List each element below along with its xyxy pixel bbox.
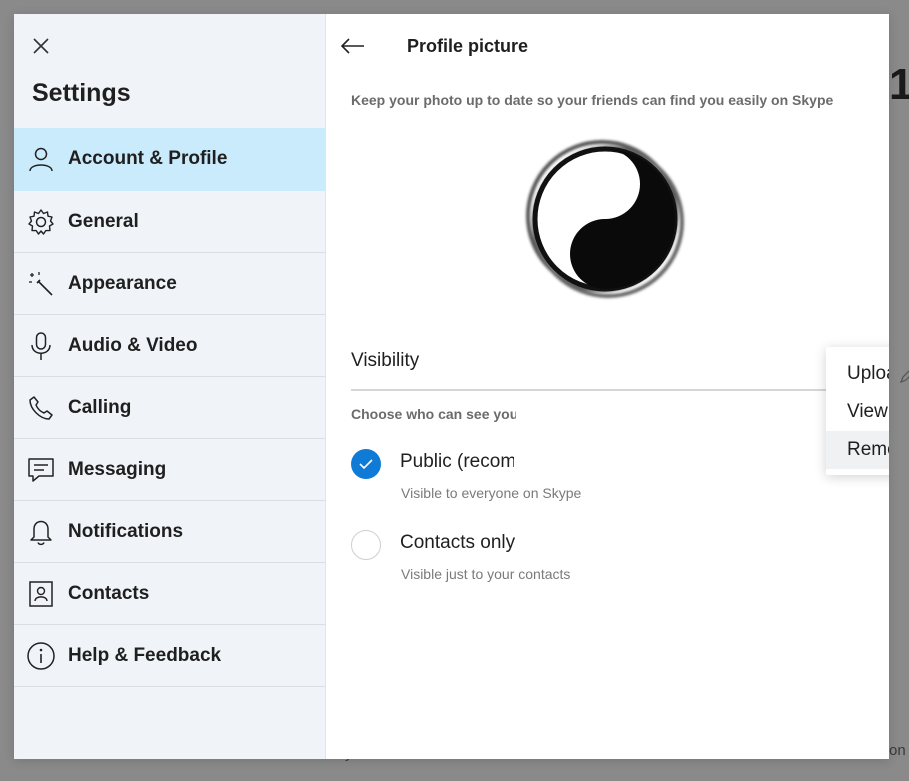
phone-icon (14, 395, 68, 421)
contact-card-icon (14, 580, 68, 608)
background-text-fragment: on (889, 742, 906, 759)
sidebar-item-label: Notifications (68, 520, 184, 542)
radio-description: Visible to everyone on Skype (401, 485, 582, 501)
page-subtitle: Keep your photo up to date so your frien… (351, 92, 834, 108)
back-arrow-icon (340, 38, 364, 54)
divider (351, 389, 864, 391)
info-icon (14, 641, 68, 671)
back-button[interactable] (340, 34, 368, 58)
menu-item-view-photo[interactable]: View photo (826, 393, 889, 431)
close-button[interactable] (29, 34, 53, 58)
profile-picture-panel: Profile picture Keep your photo up to da… (326, 14, 889, 759)
radio-label[interactable]: Public (recommended) (400, 451, 514, 473)
microphone-icon (14, 331, 68, 361)
radio-description: Visible just to your contacts (401, 566, 571, 582)
yin-yang-icon (526, 140, 684, 298)
bell-icon (14, 518, 68, 546)
menu-item-remove-photo[interactable]: Remove photo (826, 431, 889, 469)
settings-dialog: Settings Account & Profile General Appea… (14, 14, 889, 759)
settings-sidebar: Settings Account & Profile General Appea… (14, 14, 326, 759)
sidebar-item-messaging[interactable]: Messaging (14, 439, 325, 501)
sidebar-item-general[interactable]: General (14, 191, 325, 253)
settings-nav: Account & Profile General Appearance Aud… (14, 128, 325, 687)
sidebar-item-label: Contacts (68, 582, 150, 604)
profile-picture-avatar[interactable] (522, 136, 688, 302)
pencil-icon (899, 368, 909, 384)
radio-contacts-only[interactable] (351, 530, 381, 560)
sidebar-item-label: General (68, 210, 139, 232)
checkmark-icon (359, 459, 373, 470)
message-icon (14, 456, 68, 484)
sidebar-item-calling[interactable]: Calling (14, 377, 325, 439)
visibility-heading: Visibility (351, 350, 420, 371)
sidebar-item-label: Account & Profile (68, 148, 228, 169)
sidebar-item-label: Appearance (68, 272, 177, 294)
page-title: Profile picture (407, 36, 529, 56)
sidebar-item-account-profile[interactable]: Account & Profile (14, 128, 325, 191)
sidebar-item-label: Help & Feedback (68, 644, 222, 666)
radio-public[interactable] (351, 449, 381, 479)
sidebar-item-audio-video[interactable]: Audio & Video (14, 315, 325, 377)
radio-label[interactable]: Contacts only (400, 532, 515, 554)
close-icon (33, 38, 49, 54)
gear-icon (14, 208, 68, 236)
sidebar-item-label: Audio & Video (68, 334, 198, 356)
background-text-fragment: 13 (889, 60, 909, 109)
settings-title: Settings (32, 79, 131, 107)
menu-item-upload-photo[interactable]: Upload photo (826, 355, 889, 393)
sidebar-item-label: Messaging (68, 458, 167, 480)
sidebar-item-help-feedback[interactable]: Help & Feedback (14, 625, 325, 687)
sidebar-item-notifications[interactable]: Notifications (14, 501, 325, 563)
sidebar-item-contacts[interactable]: Contacts (14, 563, 325, 625)
visibility-description: Choose who can see your profile picture (351, 406, 516, 422)
magic-wand-icon (14, 270, 68, 298)
person-icon (14, 146, 68, 172)
sidebar-item-appearance[interactable]: Appearance (14, 253, 325, 315)
photo-context-menu: Upload photo View photo Remove photo (826, 347, 889, 475)
sidebar-item-label: Calling (68, 396, 132, 418)
